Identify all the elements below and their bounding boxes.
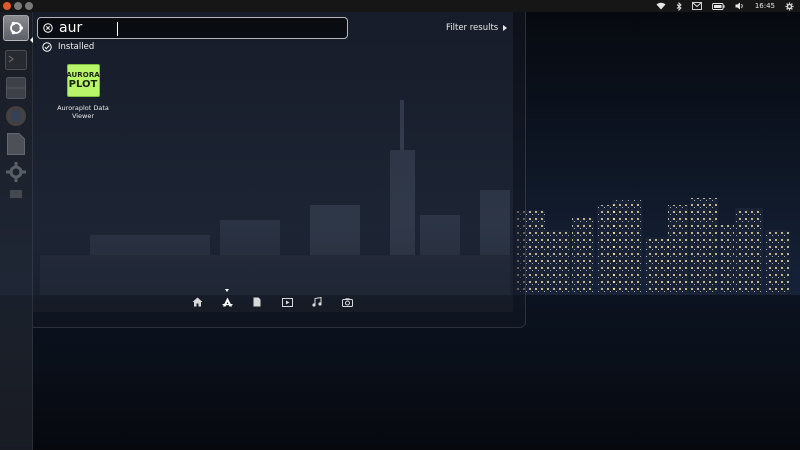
bluetooth-icon[interactable] (676, 1, 682, 11)
files-lens-icon[interactable] (250, 295, 264, 309)
clock[interactable]: 16:45 (755, 2, 775, 10)
app-result-auroraplot[interactable]: AURORA PLOT Auroraplot Data Viewer (52, 64, 114, 121)
text-cursor (117, 22, 118, 36)
settings-gear-icon (6, 162, 26, 182)
mail-icon[interactable] (691, 2, 702, 10)
wifi-icon[interactable] (656, 2, 666, 10)
launcher-item-settings[interactable] (3, 159, 29, 185)
launcher (0, 12, 33, 450)
launcher-item-files[interactable] (3, 75, 29, 101)
applications-lens-icon[interactable] (220, 289, 234, 309)
launcher-item-firefox[interactable] (3, 103, 29, 129)
dash-home-button[interactable] (3, 15, 29, 41)
indicator-area: 16:45 (656, 0, 794, 12)
filter-results-button[interactable]: Filter results (446, 23, 508, 33)
search-box[interactable] (37, 17, 348, 39)
file-cabinet-icon (6, 77, 26, 99)
home-lens-icon[interactable] (190, 295, 204, 309)
minimize-window-button[interactable] (14, 2, 22, 10)
search-input[interactable] (59, 18, 339, 38)
dash-backdrop (33, 12, 513, 312)
document-icon (7, 133, 25, 155)
gear-icon[interactable] (785, 1, 794, 11)
dash-overlay (33, 12, 526, 328)
clear-search-icon[interactable] (43, 23, 53, 33)
checkmark-circle-icon (42, 42, 52, 52)
volume-icon[interactable] (735, 2, 745, 10)
auroraplot-app-icon[interactable]: AURORA PLOT (66, 64, 100, 97)
top-panel: 16:45 (0, 0, 800, 12)
photos-lens-icon[interactable] (340, 295, 354, 309)
category-header-installed[interactable]: Installed (42, 42, 94, 52)
ubuntu-logo-icon (10, 21, 23, 35)
lens-bar (190, 289, 354, 312)
launcher-item-trash[interactable] (3, 187, 29, 199)
launcher-item-libreoffice[interactable] (3, 131, 29, 157)
active-lens-indicator (225, 289, 229, 292)
maximize-window-button[interactable] (25, 2, 33, 10)
video-lens-icon[interactable] (280, 295, 294, 309)
close-window-button[interactable] (3, 2, 11, 10)
launcher-item-terminal[interactable] (3, 47, 29, 73)
app-result-label[interactable]: Auroraplot Data Viewer (52, 104, 114, 121)
filter-results-label: Filter results (446, 23, 499, 33)
battery-icon[interactable] (711, 2, 725, 10)
trash-icon (10, 190, 22, 198)
firefox-icon (6, 106, 26, 126)
music-lens-icon[interactable] (310, 295, 324, 309)
terminal-icon (5, 50, 27, 70)
chevron-right-icon (503, 25, 508, 31)
category-label: Installed (58, 42, 95, 52)
